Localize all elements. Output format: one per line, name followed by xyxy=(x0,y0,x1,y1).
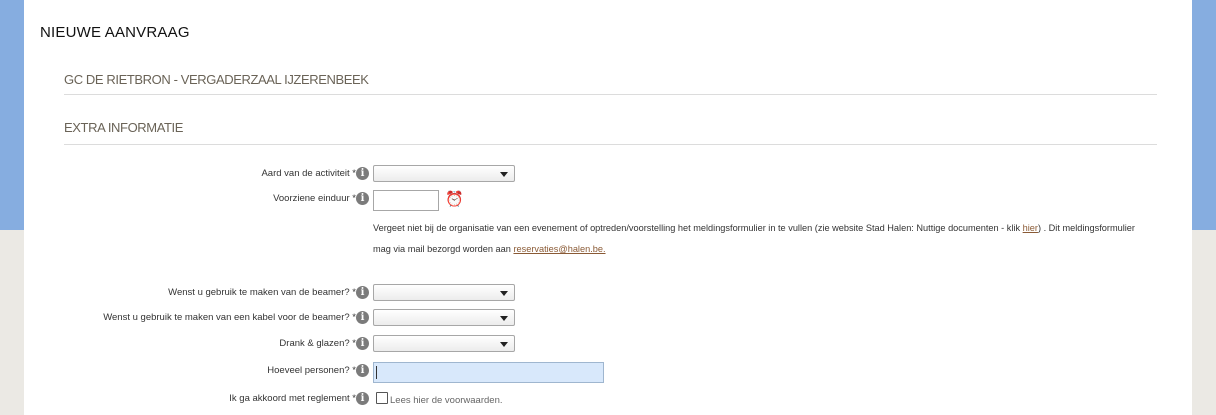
terms-link[interactable]: Lees hier de voorwaarden. xyxy=(390,395,503,406)
persons-label: Hoeveel personen? * xyxy=(267,365,356,376)
persons-row: Hoeveel personen? * i xyxy=(24,362,1192,383)
page-title: NIEUWE AANVRAAG xyxy=(40,24,190,41)
notice-link-here[interactable]: hier xyxy=(1023,223,1038,233)
beamer-select[interactable] xyxy=(373,284,515,301)
notice-email-link[interactable]: reservaties@halen.be. xyxy=(513,244,605,254)
extra-info-section: EXTRA INFORMATIE xyxy=(64,120,1157,145)
agree-label: Ik ga akkoord met reglement * xyxy=(229,393,356,404)
beamer-cable-row: Wenst u gebruik te maken van een kabel v… xyxy=(24,309,1192,329)
beamer-label: Wenst u gebruik te maken van de beamer? … xyxy=(168,287,356,298)
activity-type-label: Aard van de activiteit * xyxy=(261,168,356,179)
right-accent-bar xyxy=(1192,0,1216,230)
info-icon[interactable]: i xyxy=(356,286,369,299)
beamer-row: Wenst u gebruik te maken van de beamer? … xyxy=(24,284,1192,304)
drinks-label: Drank & glazen? * xyxy=(279,338,356,349)
info-icon[interactable]: i xyxy=(356,392,369,405)
extra-info-heading: EXTRA INFORMATIE xyxy=(64,120,184,135)
caret-down-icon xyxy=(500,342,508,347)
beamer-cable-select[interactable] xyxy=(373,309,515,326)
form-panel: NIEUWE AANVRAAG GC DE RIETBRON - VERGADE… xyxy=(24,0,1192,415)
location-section: GC DE RIETBRON - VERGADERZAAL IJZERENBEE… xyxy=(64,72,1157,95)
activity-type-select[interactable] xyxy=(373,165,515,182)
agree-checkbox[interactable] xyxy=(376,392,388,404)
left-accent-bar xyxy=(0,0,24,230)
drinks-select[interactable] xyxy=(373,335,515,352)
notice-text-1: Vergeet niet bij de organisatie van een … xyxy=(373,223,1023,233)
info-icon[interactable]: i xyxy=(356,337,369,350)
beamer-cable-label: Wenst u gebruik te maken van een kabel v… xyxy=(103,312,356,323)
agree-row: Ik ga akkoord met reglement * i Lees hie… xyxy=(24,390,1192,410)
location-heading: GC DE RIETBRON - VERGADERZAAL IJZERENBEE… xyxy=(64,72,369,87)
info-icon[interactable]: i xyxy=(356,364,369,377)
caret-down-icon xyxy=(500,291,508,296)
caret-down-icon xyxy=(500,316,508,321)
info-icon[interactable]: i xyxy=(356,167,369,180)
info-icon[interactable]: i xyxy=(356,192,369,205)
persons-input[interactable] xyxy=(373,362,604,383)
end-time-row: Voorziene einduur * i ⏰ xyxy=(24,190,1192,211)
caret-down-icon xyxy=(500,172,508,177)
event-notice: Vergeet niet bij de organisatie van een … xyxy=(373,218,1153,260)
alarm-clock-icon[interactable]: ⏰ xyxy=(445,191,464,209)
end-time-input[interactable] xyxy=(373,190,439,211)
end-time-label: Voorziene einduur * xyxy=(273,193,356,204)
activity-type-row: Aard van de activiteit * i xyxy=(24,165,1192,185)
info-icon[interactable]: i xyxy=(356,311,369,324)
drinks-row: Drank & glazen? * i xyxy=(24,335,1192,355)
